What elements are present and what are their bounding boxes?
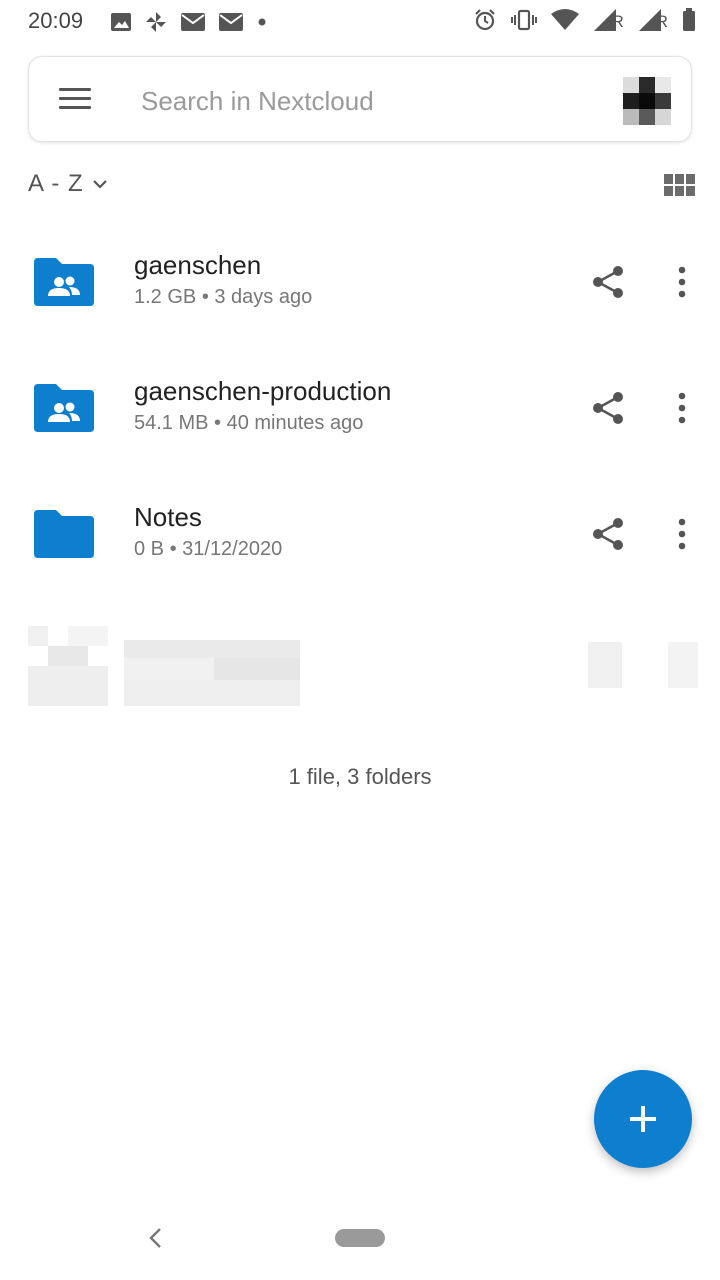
- status-time: 20:09: [28, 8, 84, 33]
- status-system-icons: R R: [473, 8, 696, 32]
- folder-icon: [34, 510, 94, 558]
- avatar-icon[interactable]: [623, 77, 671, 125]
- list-item[interactable]: gaenschen 1.2 GB • 3 days ago: [0, 236, 720, 346]
- file-meta: 1.2 GB • 3 days ago: [134, 286, 313, 308]
- battery-icon: [683, 8, 695, 31]
- mail-icon: [219, 13, 243, 31]
- vibrate-icon: [511, 9, 538, 31]
- redacted-text: [124, 640, 300, 706]
- share-icon[interactable]: [590, 390, 626, 426]
- share-icon[interactable]: [590, 264, 626, 300]
- pinwheel-icon: [146, 12, 166, 32]
- status-bar: 20:09 R R: [0, 0, 720, 44]
- chevron-down-icon: [92, 180, 107, 189]
- file-name: gaenschen-production: [134, 376, 392, 406]
- sort-label: A - Z: [28, 170, 84, 197]
- roaming-indicator: R: [611, 12, 624, 31]
- search-bar: [28, 56, 692, 142]
- wifi-icon: [551, 9, 580, 30]
- folder-summary: 1 file, 3 folders: [288, 764, 432, 789]
- more-options-icon[interactable]: [672, 388, 692, 428]
- file-name: Notes: [134, 502, 202, 532]
- home-pill-icon[interactable]: [335, 1229, 385, 1247]
- share-icon[interactable]: [590, 516, 626, 552]
- roaming-indicator: R: [655, 12, 668, 31]
- back-chevron-icon[interactable]: [146, 1226, 166, 1250]
- more-options-icon[interactable]: [672, 514, 692, 554]
- redacted-list-item[interactable]: [0, 620, 720, 710]
- shared-folder-icon: [34, 258, 94, 306]
- search-input[interactable]: [141, 81, 561, 121]
- list-item[interactable]: gaenschen-production 54.1 MB • 40 minute…: [0, 362, 720, 472]
- list-item[interactable]: Notes 0 B • 31/12/2020: [0, 488, 720, 598]
- redacted-share-icon: [588, 642, 622, 688]
- sort-selector[interactable]: A - Z: [28, 170, 108, 198]
- alarm-icon: [475, 9, 496, 31]
- grid-view-icon[interactable]: [664, 174, 696, 198]
- status-notification-icons: [110, 10, 268, 34]
- file-meta: 54.1 MB • 40 minutes ago: [134, 412, 364, 434]
- image-icon: [111, 13, 131, 31]
- shared-folder-icon: [34, 384, 94, 432]
- mail-icon: [181, 13, 205, 31]
- add-button[interactable]: [594, 1070, 692, 1168]
- file-meta: 0 B • 31/12/2020: [134, 538, 283, 560]
- file-name: gaenschen: [134, 250, 262, 280]
- hamburger-menu-icon[interactable]: [59, 88, 91, 110]
- redacted-thumbnail: [28, 626, 108, 706]
- dot-icon: [258, 18, 266, 26]
- more-options-icon[interactable]: [672, 262, 692, 302]
- redacted-more-icon: [668, 642, 698, 688]
